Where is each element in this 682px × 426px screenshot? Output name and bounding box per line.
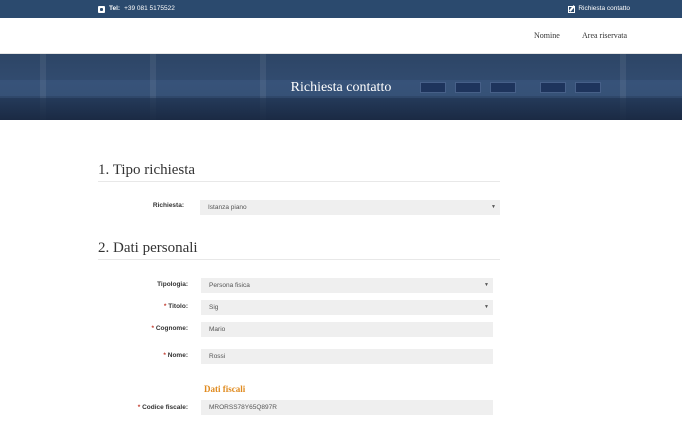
cognome-label-text: Cognome: [155, 325, 188, 332]
dati-fiscali-heading: Dati fiscali [204, 384, 246, 394]
chevron-down-icon: ▼ [484, 282, 489, 288]
codice-fiscale-input[interactable]: MRORSS78Y65Q897R [201, 400, 493, 415]
nav-item-nomine[interactable]: Nomine [534, 18, 560, 54]
titolo-label: * Titolo: [120, 303, 188, 310]
main-navbar: Nomine Area riservata [0, 18, 682, 54]
codice-fiscale-label-text: Codice fiscale: [142, 404, 188, 411]
phone-number[interactable]: +39 081 5175522 [124, 0, 175, 18]
nav-item-area-riservata[interactable]: Area riservata [582, 18, 627, 54]
section-title-tipo-richiesta: 1. Tipo richiesta [98, 162, 196, 178]
chevron-down-icon: ▼ [491, 204, 496, 210]
chevron-down-icon: ▼ [484, 304, 489, 310]
titolo-label-text: Titolo: [168, 303, 188, 310]
richiesta-select[interactable]: Istanza piano ▼ [200, 200, 500, 215]
contact-link[interactable]: Richiesta contatto [568, 0, 630, 18]
cognome-value: Mario [209, 326, 226, 333]
titolo-value: Sig [209, 304, 219, 311]
nome-label: * Nome: [120, 352, 188, 359]
top-bar: Tel: +39 081 5175522 Richiesta contatto [0, 0, 682, 18]
edit-icon [568, 5, 576, 13]
contact-link-label[interactable]: Richiesta contatto [578, 0, 630, 18]
section-divider [98, 259, 500, 260]
hero-banner: Richiesta contatto [0, 54, 682, 120]
richiesta-value: Istanza piano [208, 204, 247, 211]
phone-prefix: Tel: [109, 5, 121, 12]
tipologia-value: Persona fisica [209, 282, 250, 289]
section-title-dati-personali: 2. Dati personali [98, 240, 198, 256]
tipologia-select[interactable]: Persona fisica ▼ [201, 278, 493, 293]
nome-label-text: Nome: [167, 352, 188, 359]
richiesta-label-text: Richiesta: [152, 202, 184, 209]
nome-value: Rossi [209, 353, 226, 360]
page-title: Richiesta contatto [290, 80, 392, 95]
richiesta-label: Richiesta: [120, 202, 184, 209]
tipologia-label-text: Tipologia: [157, 281, 188, 288]
nome-input[interactable]: Rossi [201, 349, 493, 364]
phone-info: Tel: +39 081 5175522 [98, 0, 175, 18]
cognome-input[interactable]: Mario [201, 322, 493, 337]
section-divider [98, 181, 500, 182]
codice-fiscale-value: MRORSS78Y65Q897R [209, 404, 277, 411]
codice-fiscale-label: * Codice fiscale: [110, 404, 188, 411]
phone-icon [98, 5, 105, 13]
cognome-label: * Cognome: [120, 325, 188, 332]
titolo-select[interactable]: Sig ▼ [201, 300, 493, 315]
tipologia-label: Tipologia: [120, 281, 188, 288]
